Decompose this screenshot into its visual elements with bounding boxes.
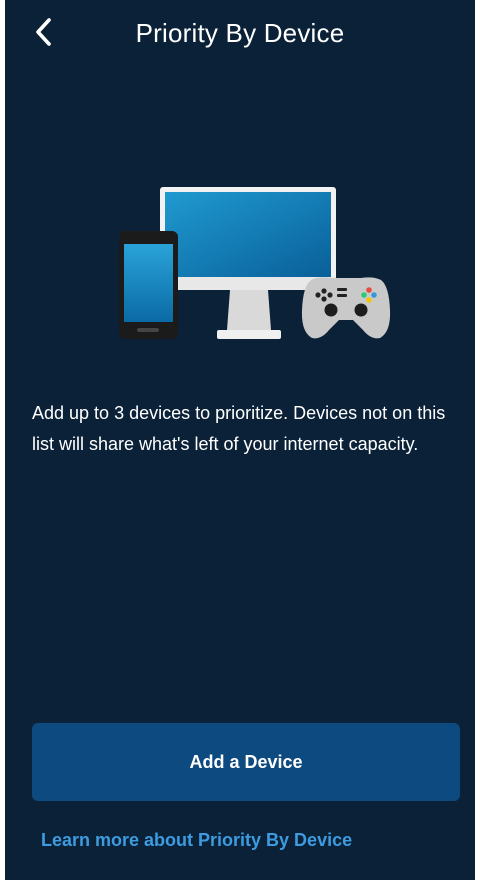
gamepad-icon: [301, 277, 391, 339]
page-title: Priority By Device: [135, 18, 345, 48]
priority-description: Add up to 3 devices to prioritize. Devic…: [32, 403, 446, 454]
add-device-button[interactable]: Add a Device: [32, 723, 460, 801]
phone-icon: [119, 231, 178, 339]
priority-by-device-screen: Priority By Device Add up to 3 devices t…: [5, 0, 475, 880]
devices-illustration: [105, 180, 395, 350]
header: Priority By Device: [5, 0, 475, 70]
learn-more-link[interactable]: Learn more about Priority By Device: [41, 830, 352, 851]
